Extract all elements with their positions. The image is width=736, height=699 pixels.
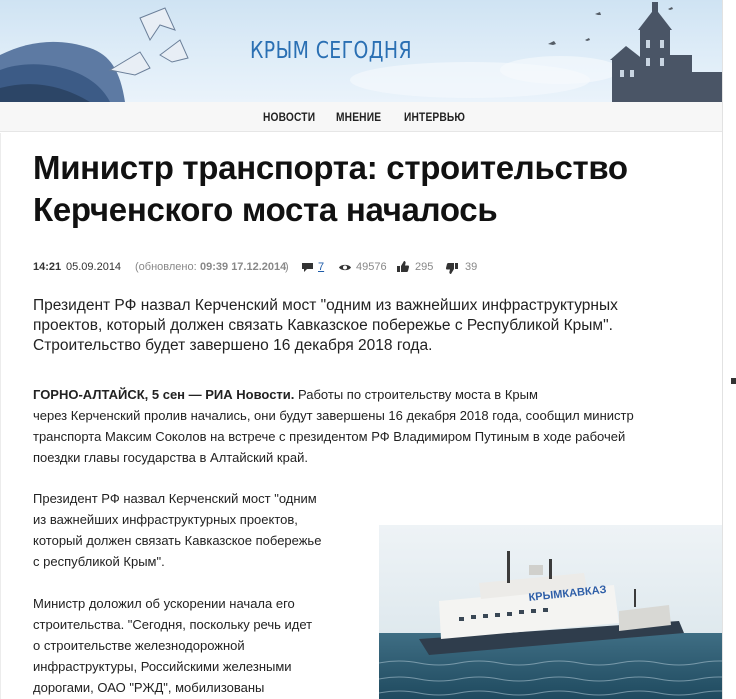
dislikes-count: 39: [465, 261, 478, 273]
p1-line-4: поездки главы государства в Алтайский кр…: [33, 450, 308, 465]
publish-time: 14:21: [33, 261, 62, 273]
ferry-image: КРЫМКАВКАЗ: [379, 493, 722, 699]
p3-line-5: дорогами, ОАО "РЖД", мобилизованы: [33, 680, 265, 695]
p1-line-3: транспорта Максим Соколов на встрече с п…: [33, 429, 626, 444]
article-lead: Президент РФ назвал Керченский мост "одн…: [33, 297, 618, 354]
header-banner: КРЫМ СЕГОДНЯ: [0, 0, 722, 102]
updated-prefix: (обновлено:: [135, 261, 197, 273]
article-paragraph-3: Министр доложил об ускорении начала его …: [33, 593, 353, 698]
nav-item-interview[interactable]: ИНТЕРВЬЮ: [404, 110, 465, 124]
dateline: ГОРНО-АЛТАЙСК, 5 сен — РИА Новости.: [33, 387, 295, 402]
thumbs-down-icon[interactable]: [446, 262, 459, 278]
likes-count: 295: [415, 261, 434, 273]
nav-item-news[interactable]: НОВОСТИ: [263, 110, 315, 124]
p2-line-4: с республикой Крым".: [33, 554, 165, 569]
site-title[interactable]: КРЫМ СЕГОДНЯ: [250, 38, 412, 64]
p3-line-4: инфраструктуры, Российскими железными: [33, 659, 292, 674]
updated-value: 09:39 17.12.2014: [200, 261, 287, 273]
p3-line-3: о строительстве железнодорожной: [33, 638, 245, 653]
comment-icon[interactable]: [301, 261, 314, 277]
p2-line-1: Президент РФ назвал Керченский мост "одн…: [33, 491, 317, 506]
main-nav: НОВОСТИ МНЕНИЕ ИНТЕРВЬЮ: [0, 102, 722, 132]
nav-item-opinion[interactable]: МНЕНИЕ: [336, 110, 381, 124]
p2-line-3: который должен связать Кавказское побере…: [33, 533, 322, 548]
p1-line-2: через Керченский пролив начались, они бу…: [33, 408, 634, 423]
updated-suffix: ): [285, 261, 289, 273]
thumbs-up-icon[interactable]: [396, 260, 409, 276]
comments-count[interactable]: 7: [318, 261, 324, 273]
headline-line-1: Министр транспорта: строительство: [33, 149, 628, 186]
views-count: 49576: [356, 261, 387, 273]
headline-line-2: Керченского моста началось: [33, 191, 498, 228]
p3-line-1: Министр доложил об ускорении начала его: [33, 596, 295, 611]
p1-line-1: Работы по строительству моста в Крым: [298, 387, 538, 402]
p2-line-2: из важнейших инфраструктурных проектов,: [33, 512, 298, 527]
publish-date: 05.09.2014: [66, 261, 122, 273]
page-right-border: [722, 0, 736, 699]
ferry-photo[interactable]: КРЫМКАВКАЗ: [379, 493, 722, 699]
article-paragraph-2: Президент РФ назвал Керченский мост "одн…: [33, 488, 353, 572]
article-paragraph-1: ГОРНО-АЛТАЙСК, 5 сен — РИА Новости. Рабо…: [33, 384, 693, 468]
eye-icon: [338, 261, 352, 277]
article-headline: Министр транспорта: строительство Керчен…: [33, 147, 693, 231]
p3-line-2: строительства. "Сегодня, поскольку речь …: [33, 617, 313, 632]
scroll-marker: [731, 378, 736, 384]
